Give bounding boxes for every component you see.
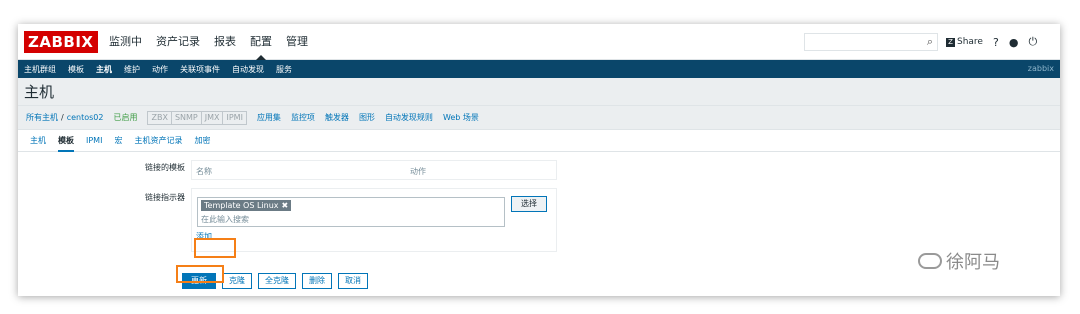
link-indicator-label: 链接指示器 bbox=[145, 193, 185, 202]
delete-button[interactable]: 删除 bbox=[302, 273, 332, 289]
subnav-host-groups[interactable]: 主机群组 bbox=[18, 64, 62, 75]
link-graphs[interactable]: 图形 bbox=[359, 112, 375, 123]
availability-indicators: ZBX SNMP JMX IPMI bbox=[147, 110, 247, 125]
linked-templates-table: 名称 动作 bbox=[191, 160, 557, 180]
subnav-maintenance[interactable]: 维护 bbox=[118, 64, 146, 75]
tab-ipmi[interactable]: IPMI bbox=[86, 130, 102, 152]
highlight-add-box bbox=[194, 238, 236, 258]
link-triggers[interactable]: 触发器 bbox=[325, 112, 349, 123]
availability-ipmi: IPMI bbox=[226, 112, 243, 122]
clone-button[interactable]: 克隆 bbox=[222, 273, 252, 289]
share-link[interactable]: Z Share bbox=[946, 37, 983, 47]
power-icon[interactable]: ⏻ bbox=[1028, 35, 1037, 49]
link-items[interactable]: 监控项 bbox=[291, 112, 315, 123]
top-bar: ZABBIX 监测中 资产记录 报表 配置 管理 ⌕ Z Share ? ● ⏻ bbox=[18, 24, 1060, 60]
menu-inventory[interactable]: 资产记录 bbox=[149, 24, 207, 60]
highlight-update-box bbox=[176, 265, 224, 283]
menu-administration[interactable]: 管理 bbox=[279, 24, 315, 60]
breadcrumb-separator: / bbox=[61, 113, 64, 122]
templates-form: 链接的模板 名称 动作 链接指示器 Template OS Linux ✖ 在此输… bbox=[18, 152, 1060, 294]
main-menu: 监测中 资产记录 报表 配置 管理 bbox=[102, 24, 315, 60]
link-applications[interactable]: 应用集 bbox=[257, 112, 281, 123]
current-user: zabbix bbox=[1027, 64, 1054, 73]
app-window: ZABBIX 监测中 资产记录 报表 配置 管理 ⌕ Z Share ? ● ⏻ … bbox=[18, 24, 1060, 296]
search-icon[interactable]: ⌕ bbox=[927, 35, 933, 49]
status-badge[interactable]: 已启用 bbox=[113, 112, 137, 123]
availability-snmp: SNMP bbox=[172, 111, 202, 124]
top-right-actions: Z Share ? ● ⏻ bbox=[946, 24, 1037, 60]
search-field-placeholder[interactable]: 在此输入搜索 bbox=[201, 214, 249, 225]
link-discovery-rules[interactable]: 自动发现规则 bbox=[385, 112, 433, 123]
subnav-discovery[interactable]: 自动发现 bbox=[226, 64, 270, 75]
select-button[interactable]: 选择 bbox=[511, 196, 547, 212]
tab-macros[interactable]: 宏 bbox=[114, 130, 122, 152]
subnav-actions[interactable]: 动作 bbox=[146, 64, 174, 75]
watermark: 徐阿马 bbox=[918, 248, 1000, 274]
template-multiselect[interactable]: Template OS Linux ✖ 在此输入搜索 bbox=[197, 197, 505, 227]
tab-host[interactable]: 主机 bbox=[30, 130, 46, 152]
subnav-services[interactable]: 服务 bbox=[270, 64, 298, 75]
link-indicator-box: Template OS Linux ✖ 在此输入搜索 选择 添加 bbox=[191, 188, 557, 252]
wechat-icon bbox=[918, 253, 942, 269]
tab-templates[interactable]: 模板 bbox=[58, 130, 74, 152]
sub-navigation: 主机群组 模板 主机 维护 动作 关联项事件 自动发现 服务 zabbix bbox=[18, 60, 1060, 78]
link-web-scenarios[interactable]: Web 场景 bbox=[443, 112, 479, 123]
menu-reports[interactable]: 报表 bbox=[207, 24, 243, 60]
subnav-hosts[interactable]: 主机 bbox=[90, 64, 118, 75]
breadcrumb: 所有主机 / centos02 已启用 ZBX SNMP JMX IPMI 应用… bbox=[18, 106, 1060, 130]
column-name: 名称 bbox=[196, 167, 212, 176]
zabbix-logo[interactable]: ZABBIX bbox=[24, 31, 98, 53]
page-title: 主机 bbox=[18, 78, 1060, 106]
share-icon: Z bbox=[946, 38, 955, 47]
breadcrumb-host[interactable]: centos02 bbox=[67, 113, 104, 122]
cancel-button[interactable]: 取消 bbox=[338, 273, 368, 289]
availability-zbx: ZBX bbox=[148, 111, 172, 124]
subnav-templates[interactable]: 模板 bbox=[62, 64, 90, 75]
tab-inventory[interactable]: 主机资产记录 bbox=[134, 130, 182, 152]
breadcrumb-all-hosts[interactable]: 所有主机 bbox=[26, 112, 58, 123]
watermark-text: 徐阿马 bbox=[946, 252, 1000, 273]
template-chip[interactable]: Template OS Linux ✖ bbox=[201, 200, 292, 211]
linked-templates-label: 链接的模板 bbox=[145, 163, 185, 172]
help-icon[interactable]: ? bbox=[993, 36, 999, 49]
template-chip-label: Template OS Linux bbox=[204, 201, 279, 210]
subnav-correlation[interactable]: 关联项事件 bbox=[174, 64, 226, 75]
remove-icon[interactable]: ✖ bbox=[282, 201, 289, 210]
full-clone-button[interactable]: 全克隆 bbox=[258, 273, 296, 289]
host-tabs: 主机 模板 IPMI 宏 主机资产记录 加密 bbox=[18, 130, 1060, 152]
menu-monitoring[interactable]: 监测中 bbox=[102, 24, 149, 60]
column-action: 动作 bbox=[410, 167, 426, 176]
share-label: Share bbox=[957, 37, 983, 47]
availability-jmx: JMX bbox=[202, 111, 224, 124]
menu-configuration[interactable]: 配置 bbox=[243, 24, 279, 60]
user-icon[interactable]: ● bbox=[1009, 36, 1019, 49]
tab-encryption[interactable]: 加密 bbox=[194, 130, 210, 152]
search-input[interactable]: ⌕ bbox=[804, 33, 938, 51]
